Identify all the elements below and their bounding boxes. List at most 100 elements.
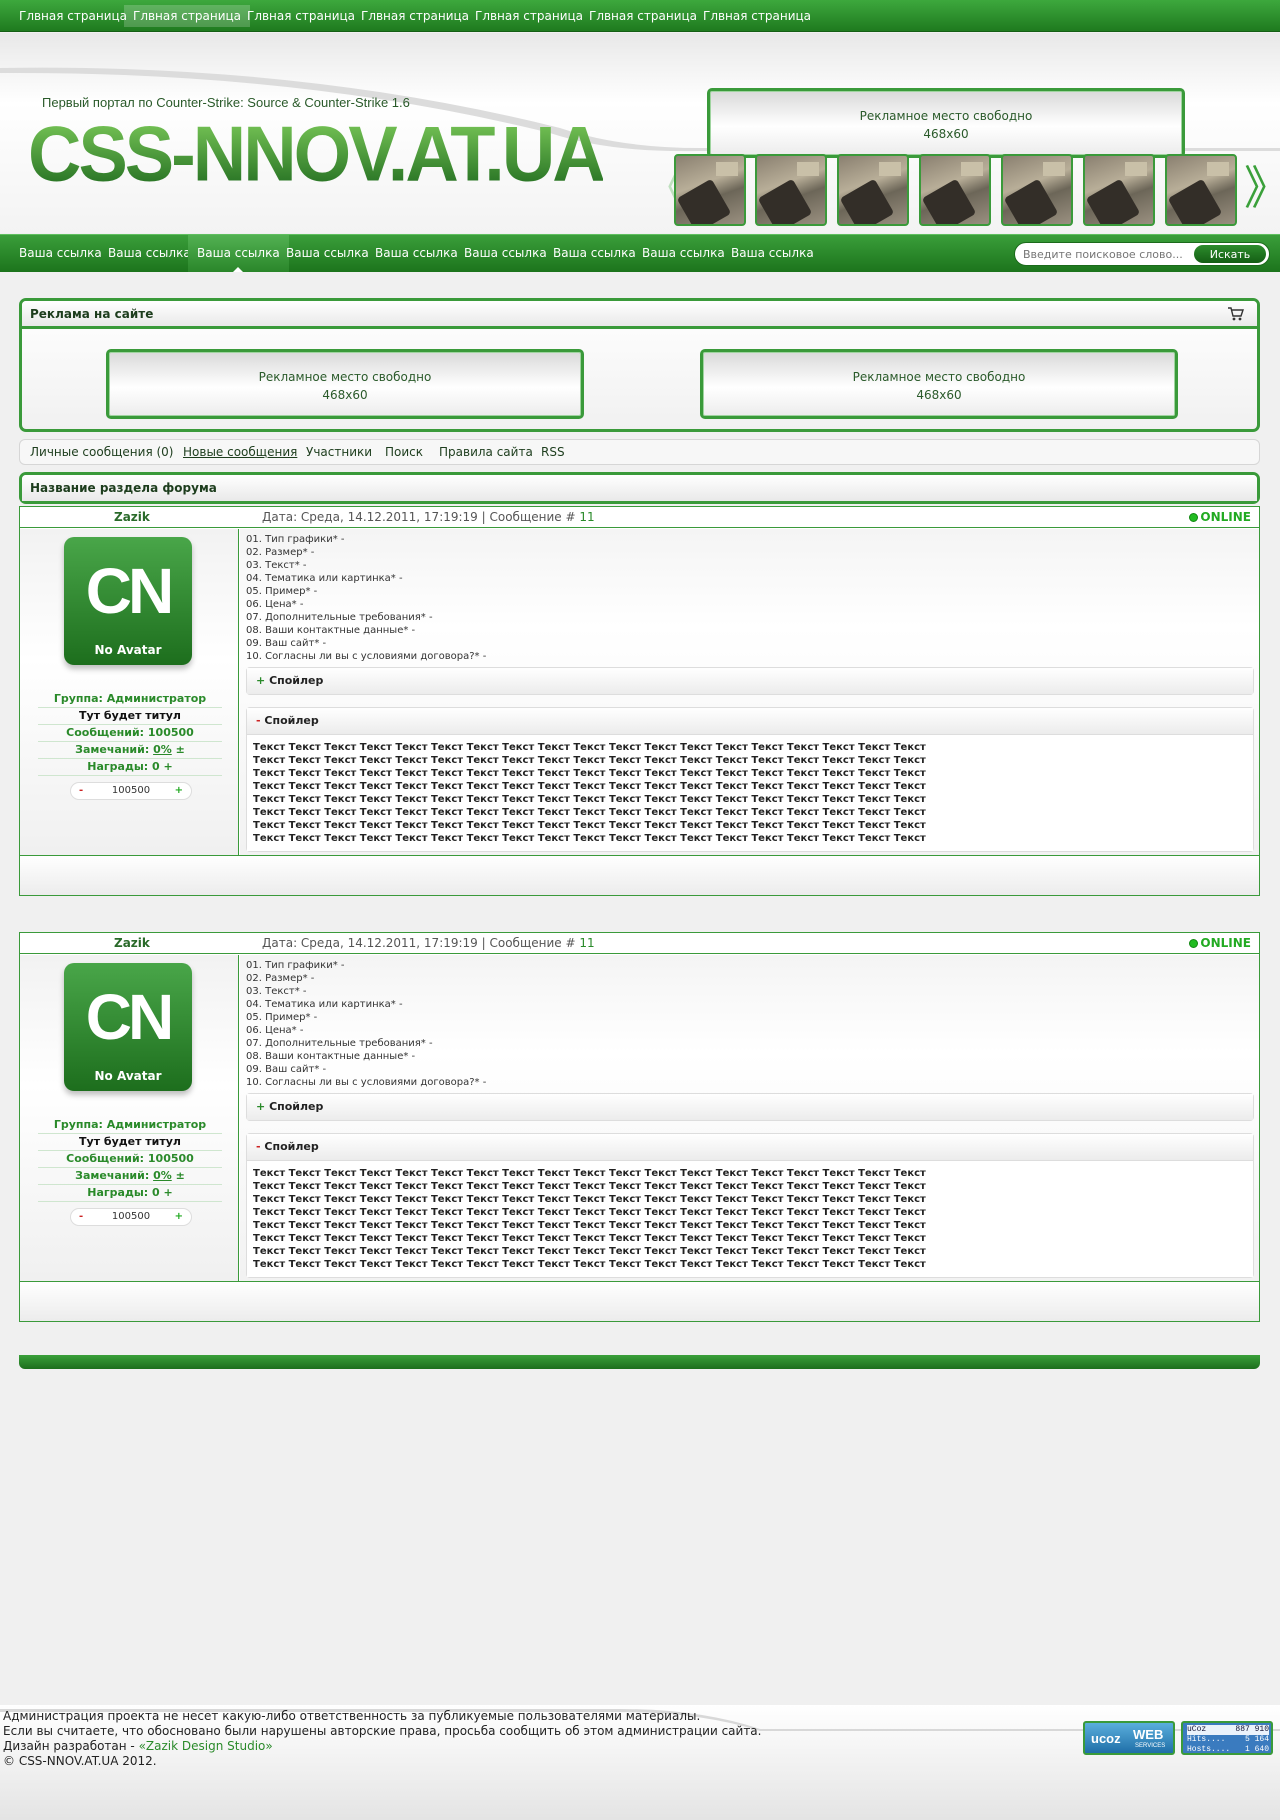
visit-counter-badge[interactable]: uCoz 887 910 Hits.... 5 164 Hosts.... 1 640: [1181, 1721, 1273, 1755]
top-nav-item[interactable]: Глвная страница: [580, 5, 706, 27]
main-nav-item[interactable]: Ваша ссылка: [277, 235, 378, 272]
user-title: Тут будет титул: [38, 708, 222, 725]
slider-thumbnail[interactable]: [755, 154, 827, 226]
rules-link[interactable]: Правила сайта: [439, 445, 533, 459]
spoiler-expanded: - Спойлер Текст Текст Текст Текст Текст …: [246, 707, 1254, 852]
cart-icon[interactable]: [1227, 306, 1245, 322]
post-number[interactable]: 11: [579, 510, 594, 524]
post-number[interactable]: 11: [579, 936, 594, 950]
slider-thumbnail[interactable]: [837, 154, 909, 226]
question-line: 06. Цена* -: [246, 1025, 304, 1036]
main-nav-item[interactable]: Ваша ссылка: [544, 235, 645, 272]
post-questions: 01. Тип графики* - 02. Размер* - 03. Тек…: [246, 533, 486, 663]
user-group: Группа: Администратор: [38, 1117, 222, 1134]
main-nav-item[interactable]: Ваша ссылка: [10, 235, 111, 272]
top-nav-item[interactable]: Глвная страница: [352, 5, 478, 27]
main-nav-item[interactable]: Ваша ссылка: [455, 235, 556, 272]
top-nav-item[interactable]: Глвная страница: [466, 5, 592, 27]
top-nav-item[interactable]: Глвная страница: [10, 5, 136, 27]
slider-thumbnail[interactable]: [674, 154, 746, 226]
awards-plus[interactable]: +: [164, 760, 173, 773]
new-messages-link[interactable]: Новые сообщения: [183, 445, 297, 459]
slider-thumbnail[interactable]: [1083, 154, 1155, 226]
screenshot-slider: 《 》: [644, 153, 1280, 229]
header-ad-banner[interactable]: Рекламное место свободно 468x60: [707, 88, 1185, 158]
ad-size: 468x60: [322, 388, 368, 402]
online-label: ONLINE: [1200, 510, 1251, 524]
ucoz-badge-text: ucoz: [1091, 1731, 1121, 1746]
main-nav-item[interactable]: Ваша ссылка: [188, 235, 289, 272]
user-awards: Награды: 0 +: [38, 1185, 222, 1202]
slider-thumbnail[interactable]: [1165, 154, 1237, 226]
avatar[interactable]: CN No Avatar: [64, 537, 192, 665]
post-date: Дата: Среда, 14.12.2011, 17:19:19 | Сооб…: [262, 936, 595, 950]
footer-text: Администрация проекта не несет какую-либ…: [3, 1709, 761, 1769]
ad-banner[interactable]: Рекламное место свободно 468x60: [106, 349, 584, 419]
ucoz-web-services-badge[interactable]: ucoz WEB SERVICES: [1083, 1721, 1175, 1755]
spoiler-text-line: Текст Текст Текст Текст Текст Текст Текс…: [253, 742, 926, 753]
warnings-value[interactable]: 0%: [153, 743, 172, 756]
search-link[interactable]: Поиск: [385, 445, 423, 459]
post-footer: [20, 855, 1259, 895]
spoiler-toggle[interactable]: - Спойлер: [247, 708, 1253, 734]
spoiler-text-line: Текст Текст Текст Текст Текст Текст Текс…: [253, 755, 926, 766]
user-warnings: Замечаний: 0% ±: [38, 742, 222, 759]
warnings-sign[interactable]: ±: [176, 743, 185, 756]
forum-bottom-bar: [19, 1355, 1260, 1369]
post-header: Zazik Дата: Среда, 14.12.2011, 17:19:19 …: [20, 933, 1259, 954]
warnings-label: Замечаний:: [75, 743, 150, 756]
spoiler-toggle[interactable]: + Спойлер: [247, 1094, 1253, 1120]
slider-thumbnail[interactable]: [919, 154, 991, 226]
main-nav-item[interactable]: Ваша ссылка: [633, 235, 734, 272]
awards-label: Награды: 0: [87, 1186, 160, 1199]
post-body: 01. Тип графики* - 02. Размер* - 03. Тек…: [240, 955, 1259, 1281]
spoiler-text-line: Текст Текст Текст Текст Текст Текст Текс…: [253, 1168, 926, 1179]
rep-minus-button[interactable]: -: [79, 1209, 83, 1225]
private-messages-link[interactable]: Личные сообщения (0): [30, 445, 173, 459]
question-line: 09. Ваш сайт* -: [246, 638, 327, 649]
post-author[interactable]: Zazik: [114, 510, 150, 524]
services-badge-text: SERVICES: [1135, 1743, 1166, 1749]
avatar[interactable]: CN No Avatar: [64, 963, 192, 1091]
site-logo[interactable]: CSS-NNOV.AT.UA: [28, 115, 606, 193]
search-input[interactable]: [1023, 246, 1183, 262]
warnings-sign[interactable]: ±: [176, 1169, 185, 1182]
rep-minus-button[interactable]: -: [79, 783, 83, 799]
web-badge-text: WEB: [1133, 1727, 1164, 1742]
spoiler-toggle[interactable]: + Спойлер: [247, 668, 1253, 694]
awards-plus[interactable]: +: [164, 1186, 173, 1199]
chevron-right-icon[interactable]: 》: [1244, 165, 1280, 211]
main-nav-item[interactable]: Ваша ссылка: [722, 235, 823, 272]
slider-thumbnail[interactable]: [1001, 154, 1073, 226]
rss-link[interactable]: RSS: [541, 445, 565, 459]
spoiler-expanded: - Спойлер Текст Текст Текст Текст Текст …: [246, 1133, 1254, 1278]
post-header: Zazik Дата: Среда, 14.12.2011, 17:19:19 …: [20, 507, 1259, 528]
top-nav-item[interactable]: Глвная страница: [694, 5, 820, 27]
warnings-value[interactable]: 0%: [153, 1169, 172, 1182]
top-nav-item[interactable]: Глвная страница: [238, 5, 364, 27]
post-author[interactable]: Zazik: [114, 936, 150, 950]
question-line: 10. Согласны ли вы с условиями договора?…: [246, 1077, 487, 1088]
rep-plus-button[interactable]: +: [175, 1209, 183, 1225]
user-awards: Награды: 0 +: [38, 759, 222, 776]
members-link[interactable]: Участники: [306, 445, 372, 459]
ad-banner[interactable]: Рекламное место свободно 468x60: [700, 349, 1178, 419]
rep-plus-button[interactable]: +: [175, 783, 183, 799]
post-questions: 01. Тип графики* - 02. Размер* - 03. Тек…: [246, 959, 486, 1089]
ad-size: 468x60: [923, 127, 969, 141]
main-nav-item[interactable]: Ваша ссылка: [366, 235, 467, 272]
footer-design-credit: Дизайн разработан - «Zazik Design Studio…: [3, 1739, 761, 1754]
reputation-widget: - 100500 +: [70, 1208, 192, 1226]
main-nav-item[interactable]: Ваша ссылка: [99, 235, 200, 272]
spoiler-text-line: Текст Текст Текст Текст Текст Текст Текс…: [253, 781, 926, 792]
top-nav-item[interactable]: Глвная страница: [124, 5, 251, 27]
spoiler-toggle[interactable]: - Спойлер: [247, 1134, 1253, 1160]
design-studio-link[interactable]: «Zazik Design Studio»: [139, 1739, 273, 1753]
counter-hits: 5 164: [1244, 1735, 1269, 1744]
question-line: 10. Согласны ли вы с условиями договора?…: [246, 651, 487, 662]
question-line: 02. Размер* -: [246, 973, 315, 984]
spoiler-label: Спойлер: [269, 1100, 324, 1113]
question-line: 05. Пример* -: [246, 586, 318, 597]
search-button[interactable]: Искать: [1194, 245, 1266, 263]
spoiler-label: Спойлер: [264, 714, 319, 727]
